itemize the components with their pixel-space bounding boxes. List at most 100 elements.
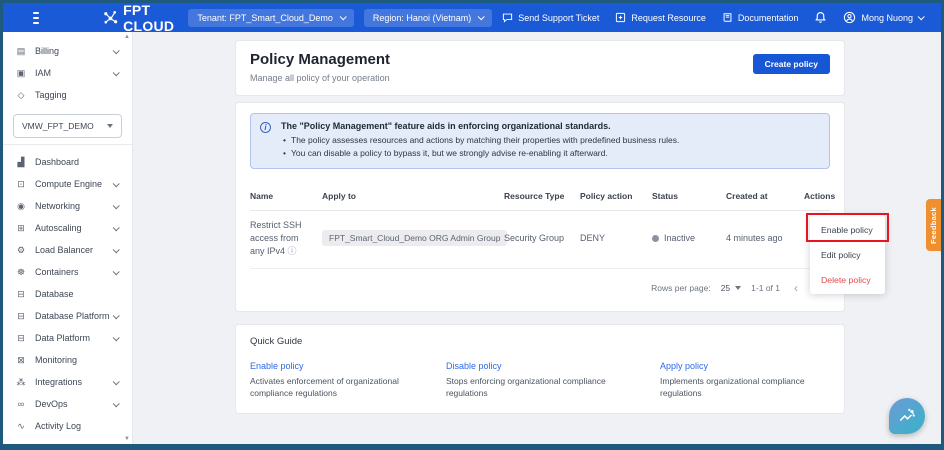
load-balancer-icon: ⚙ (15, 245, 27, 256)
monitoring-icon: ⊠ (15, 355, 27, 366)
enable-policy-menu-item[interactable]: Enable policy (810, 217, 885, 242)
sidebar-item-activity-log[interactable]: ∿ Activity Log (3, 415, 132, 437)
chevron-down-icon (340, 13, 347, 20)
column-header-resource-type[interactable]: Resource Type (504, 191, 580, 201)
page-title: Policy Management (250, 51, 390, 68)
previous-page-button[interactable]: ‹ (790, 281, 802, 295)
chevron-down-icon (107, 124, 113, 128)
sidebar-item-load-balancer[interactable]: ⚙ Load Balancer (3, 239, 132, 261)
chevron-down-icon (113, 180, 120, 187)
column-header-apply-to[interactable]: Apply to (322, 191, 504, 201)
resource-type-cell: Security Group (504, 233, 580, 243)
tagging-icon: ◇ (15, 90, 27, 101)
info-banner-bullet: The policy assesses resources and action… (281, 134, 819, 147)
sidebar-item-devops[interactable]: ∞ DevOps (3, 393, 132, 415)
page-subtitle: Manage all policy of your operation (250, 73, 390, 83)
info-icon: i (260, 122, 271, 133)
chevron-down-icon (113, 312, 120, 319)
support-ticket-icon (502, 12, 513, 23)
column-header-actions: Actions (804, 191, 839, 201)
policy-table-card: i The "Policy Management" feature aids i… (235, 102, 845, 312)
activity-log-icon: ∿ (15, 421, 27, 432)
sidebar-item-tagging[interactable]: ◇ Tagging (3, 84, 132, 106)
sidebar-item-database[interactable]: ⊟ Database (3, 283, 132, 305)
guide-apply-policy-desc: Implements organizational compliance reg… (660, 375, 830, 400)
pagination-bar: Rows per page: 25 1-1 of 1 ‹ › (250, 269, 830, 303)
autoscaling-icon: ⊞ (15, 223, 27, 234)
quick-guide-title: Quick Guide (250, 336, 830, 347)
chat-fab-button[interactable] (889, 398, 925, 434)
chevron-down-icon (113, 400, 120, 407)
edit-policy-menu-item[interactable]: Edit policy (810, 242, 885, 267)
chevron-down-icon (113, 268, 120, 275)
chevron-down-icon (113, 202, 120, 209)
data-platform-icon: ⊟ (15, 333, 27, 344)
brand-logo[interactable]: FPT CLOUD (103, 2, 174, 34)
status-cell: Inactive (652, 233, 726, 243)
sidebar-scrollbar[interactable]: ▲ ▼ (123, 32, 131, 444)
dashboard-icon: ▟ (15, 157, 27, 168)
rows-per-page-label: Rows per page: (651, 283, 711, 293)
policy-info-icon[interactable]: ⓘ (288, 246, 297, 256)
sidebar-item-networking[interactable]: ◉ Networking (3, 195, 132, 217)
sidebar-item-monitoring[interactable]: ⊠ Monitoring (3, 349, 132, 371)
info-banner-title: The "Policy Management" feature aids in … (281, 121, 819, 131)
table-row[interactable]: Restrict SSH access from any IPv4 ⓘ FPT_… (250, 211, 830, 269)
column-header-policy-action[interactable]: Policy action (580, 191, 652, 201)
scroll-down-icon[interactable]: ▼ (124, 436, 130, 442)
column-header-status[interactable]: Status (652, 191, 726, 201)
pagination-range: 1-1 of 1 (751, 283, 780, 293)
delete-policy-menu-item[interactable]: Delete policy (810, 267, 885, 292)
feedback-tab[interactable]: Feedback (926, 199, 941, 251)
chevron-down-icon (113, 378, 120, 385)
column-header-created-at[interactable]: Created at (726, 191, 804, 201)
documentation-icon (722, 12, 733, 23)
sidebar-item-containers[interactable]: ☸ Containers (3, 261, 132, 283)
guide-apply-policy-link[interactable]: Apply policy (660, 361, 830, 371)
compute-engine-icon: ⊡ (15, 179, 27, 190)
guide-enable-policy-link[interactable]: Enable policy (250, 361, 446, 371)
chevron-down-icon (113, 47, 120, 54)
region-selector[interactable]: Region: Hanoi (Vietnam) (364, 9, 492, 27)
documentation-link[interactable]: Documentation (722, 12, 799, 23)
apply-to-group-badge: FPT_Smart_Cloud_Demo ORG Admin Group (322, 230, 507, 246)
create-policy-button[interactable]: Create policy (753, 54, 830, 74)
integrations-icon: ⁂ (15, 377, 27, 388)
sidebar-item-autoscaling[interactable]: ⊞ Autoscaling (3, 217, 132, 239)
guide-disable-policy-link[interactable]: Disable policy (446, 361, 660, 371)
row-actions-menu: Enable policy Edit policy Delete policy (810, 215, 885, 294)
tenant-selector[interactable]: Tenant: FPT_Smart_Cloud_Demo (188, 9, 354, 27)
networking-icon: ◉ (15, 201, 27, 212)
app-window: FPT CLOUD Tenant: FPT_Smart_Cloud_Demo R… (0, 0, 944, 450)
status-badge: Inactive (664, 233, 695, 243)
scroll-up-icon[interactable]: ▲ (124, 34, 130, 40)
guide-entry: Disable policy Stops enforcing organizat… (446, 361, 660, 400)
request-resource-icon (615, 12, 626, 23)
notification-bell-icon[interactable] (814, 11, 827, 24)
chevron-down-icon (113, 224, 120, 231)
sidebar-item-dashboard[interactable]: ▟ Dashboard (3, 151, 132, 173)
policy-name-cell: Restrict SSH access from any IPv4 ⓘ (250, 219, 322, 258)
containers-icon: ☸ (15, 267, 27, 278)
top-navbar: FPT CLOUD Tenant: FPT_Smart_Cloud_Demo R… (3, 3, 941, 32)
user-menu[interactable]: Mong Nuong (843, 11, 923, 24)
sidebar-item-compute-engine[interactable]: ⊡ Compute Engine (3, 173, 132, 195)
sidebar-item-database-platform[interactable]: ⊟ Database Platform (3, 305, 132, 327)
devops-icon: ∞ (15, 399, 27, 409)
apply-to-cell: FPT_Smart_Cloud_Demo ORG Admin Group (322, 230, 504, 246)
sidebar-item-data-platform[interactable]: ⊟ Data Platform (3, 327, 132, 349)
rows-per-page-select[interactable]: 25 (721, 283, 741, 293)
project-selector[interactable]: VMW_FPT_DEMO (13, 114, 122, 138)
sidebar-item-iam[interactable]: ▣ IAM (3, 62, 132, 84)
sidebar-divider (3, 144, 132, 145)
request-resource-link[interactable]: Request Resource (615, 12, 706, 23)
sidebar-item-integrations[interactable]: ⁂ Integrations (3, 371, 132, 393)
chevron-down-icon (735, 286, 741, 290)
brand-text: FPT CLOUD (123, 2, 174, 34)
chevron-down-icon (113, 246, 120, 253)
send-support-ticket-link[interactable]: Send Support Ticket (502, 12, 599, 23)
column-header-name[interactable]: Name (250, 191, 322, 201)
sidebar-item-billing[interactable]: ▤ Billing (3, 40, 132, 62)
page-header-card: Policy Management Manage all policy of y… (235, 40, 845, 96)
hamburger-menu-icon[interactable] (33, 9, 39, 27)
